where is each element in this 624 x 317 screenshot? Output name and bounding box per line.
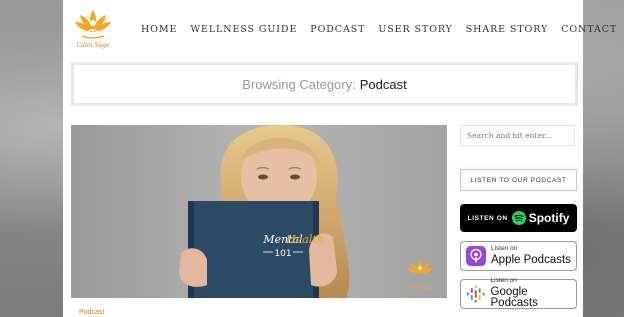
logo-text: Calm Sage — [76, 42, 110, 49]
spotify-badge[interactable]: LISTEN ON Spotify — [460, 204, 577, 232]
nav-wellness-guide[interactable]: WELLNESS GUIDE — [190, 24, 297, 35]
google-podcasts-badge[interactable]: Listen on Google Podcasts — [460, 277, 577, 310]
nav-share-story[interactable]: SHARE STORY — [466, 24, 548, 35]
listen-widget-title: LISTEN TO OUR PODCAST — [460, 169, 577, 191]
apple-podcasts-icon — [466, 246, 486, 266]
site-logo[interactable]: Calm Sage — [72, 8, 114, 54]
category-name: Podcast — [359, 76, 407, 92]
category-prefix: Browsing Category: — [242, 76, 356, 92]
book-number: 101 — [274, 249, 291, 259]
google-small-text: Listen on — [490, 277, 517, 285]
apple-big-text: Apple Podcasts — [491, 253, 571, 266]
apple-small-text: Listen on — [491, 245, 518, 252]
main-nav: HOME WELLNESS GUIDE PODCAST USER STORY S… — [141, 24, 624, 35]
nav-home[interactable]: HOME — [141, 24, 177, 35]
nav-podcast[interactable]: PODCAST — [310, 24, 365, 35]
search-input[interactable]: Search and hit enter... — [460, 125, 575, 146]
spotify-prefix: LISTEN ON — [467, 214, 508, 222]
nav-contact[interactable]: CONTACT — [561, 24, 617, 35]
book-title-line2: Health — [285, 233, 324, 246]
category-header: Browsing Category: Podcast — [71, 62, 578, 106]
spotify-icon — [511, 211, 526, 225]
spotify-name: Spotify — [528, 211, 570, 225]
lotus-icon — [75, 10, 111, 39]
sidebar: Search and hit enter... LISTEN TO OUR PO… — [460, 125, 577, 309]
post-category-tag[interactable]: Podcast — [79, 309, 104, 316]
site-header: Calm Sage HOME WELLNESS GUIDE PODCAST US… — [63, 0, 616, 60]
featured-photo: Mental Health 101 Calm Sage — [71, 125, 447, 298]
apple-podcasts-badge[interactable]: Listen on Apple Podcasts — [460, 241, 577, 271]
feature-logo-text: Calm Sage — [408, 285, 433, 291]
nav-user-story[interactable]: USER STORY — [378, 24, 452, 35]
featured-post-image[interactable]: Mental Health 101 Calm Sage — [71, 125, 447, 298]
google-big-text: Google Podcasts — [490, 285, 538, 310]
page: Calm Sage HOME WELLNESS GUIDE PODCAST US… — [63, 0, 616, 317]
google-podcasts-icon — [466, 285, 485, 303]
